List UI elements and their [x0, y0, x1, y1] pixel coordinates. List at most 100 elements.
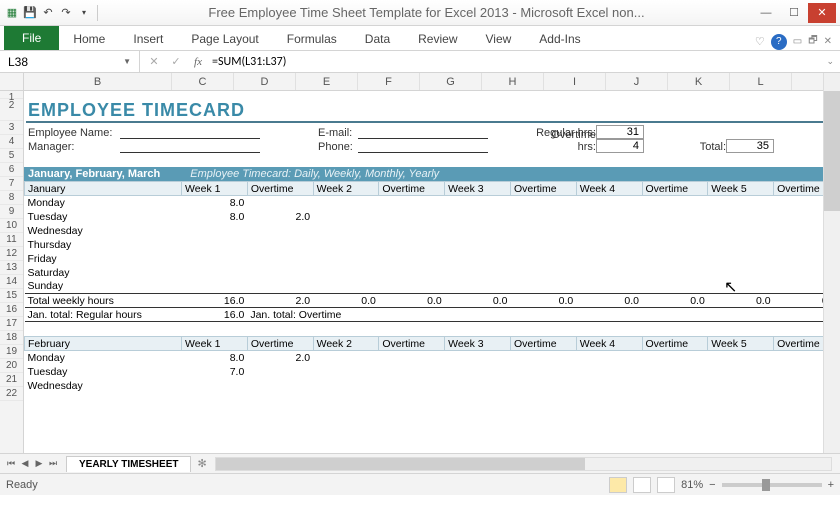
- row-17[interactable]: 17: [0, 317, 23, 331]
- tab-insert[interactable]: Insert: [119, 28, 177, 50]
- col-L[interactable]: L: [730, 73, 792, 90]
- row-4[interactable]: 4: [0, 135, 23, 149]
- manager-field[interactable]: [120, 141, 260, 153]
- row-6[interactable]: 6: [0, 163, 23, 177]
- tab-data[interactable]: Data: [351, 28, 404, 50]
- ribbon-minimize-icon[interactable]: ▭: [793, 36, 802, 47]
- row-16[interactable]: 16: [0, 303, 23, 317]
- row-2[interactable]: 2: [0, 99, 23, 121]
- emp-name-field[interactable]: [120, 127, 260, 139]
- close-button[interactable]: ✕: [808, 3, 836, 23]
- worksheet-grid[interactable]: B C D E F G H I J K L 1 2 3 4 5 6 7 8 9 …: [0, 73, 840, 453]
- wk-hdr: Week 1: [182, 182, 248, 196]
- row-7[interactable]: 7: [0, 177, 23, 191]
- zoom-in-icon[interactable]: +: [828, 479, 834, 491]
- select-all-cell[interactable]: [0, 73, 24, 90]
- month-header-jan: January: [25, 182, 182, 196]
- window-restore-icon[interactable]: 🗗: [808, 33, 817, 50]
- row-3[interactable]: 3: [0, 121, 23, 135]
- excel-icon[interactable]: ▦: [4, 5, 20, 21]
- february-table: February Week 1OvertimeWeek 2OvertimeWee…: [24, 336, 840, 393]
- save-icon[interactable]: 💾: [22, 5, 38, 21]
- zoom-slider[interactable]: [722, 483, 822, 487]
- wk-hdr: Overtime: [510, 182, 576, 196]
- tab-nav-next-icon[interactable]: ▶: [32, 458, 46, 469]
- sheet-tab-yearly[interactable]: YEARLY TIMESHEET: [66, 456, 191, 472]
- wk-hdr: Overtime: [379, 182, 445, 196]
- minimize-button[interactable]: —: [752, 3, 780, 23]
- window-controls: — ☐ ✕: [752, 3, 836, 23]
- phone-field[interactable]: [358, 141, 488, 153]
- tab-view[interactable]: View: [472, 28, 526, 50]
- col-D[interactable]: D: [234, 73, 296, 90]
- qat-dropdown-icon[interactable]: ▾: [76, 5, 92, 21]
- col-B[interactable]: B: [24, 73, 172, 90]
- new-sheet-icon[interactable]: ✻: [197, 457, 206, 470]
- col-J[interactable]: J: [606, 73, 668, 90]
- redo-icon[interactable]: ↷: [58, 5, 74, 21]
- window-close-icon[interactable]: ✕: [824, 36, 832, 47]
- view-normal-icon[interactable]: [609, 477, 627, 493]
- tab-nav-last-icon[interactable]: ⏭: [46, 458, 60, 469]
- zoom-level[interactable]: 81%: [681, 479, 703, 491]
- row-1[interactable]: 1: [0, 91, 23, 99]
- row-5[interactable]: 5: [0, 149, 23, 163]
- row-20[interactable]: 20: [0, 359, 23, 373]
- col-H[interactable]: H: [482, 73, 544, 90]
- horizontal-scrollbar[interactable]: [215, 457, 832, 471]
- heart-icon[interactable]: ♡: [755, 35, 765, 48]
- row-9[interactable]: 9: [0, 205, 23, 219]
- col-E[interactable]: E: [296, 73, 358, 90]
- cancel-formula-icon[interactable]: ✕: [146, 55, 162, 68]
- row-8[interactable]: 8: [0, 191, 23, 205]
- row-13[interactable]: 13: [0, 261, 23, 275]
- row-15[interactable]: 15: [0, 289, 23, 303]
- col-K[interactable]: K: [668, 73, 730, 90]
- col-C[interactable]: C: [172, 73, 234, 90]
- help-icon[interactable]: ?: [771, 34, 787, 50]
- view-layout-icon[interactable]: [633, 477, 651, 493]
- wk-hdr: Week 5: [708, 182, 774, 196]
- zoom-out-icon[interactable]: −: [709, 479, 715, 491]
- tab-nav-first-icon[interactable]: ⏮: [4, 458, 18, 469]
- tab-file[interactable]: File: [4, 26, 59, 50]
- col-I[interactable]: I: [544, 73, 606, 90]
- row-10[interactable]: 10: [0, 219, 23, 233]
- table-row: Friday: [25, 252, 840, 266]
- tab-formulas[interactable]: Formulas: [273, 28, 351, 50]
- name-box-dropdown-icon[interactable]: ▼: [123, 57, 131, 66]
- total-label: Total:: [694, 141, 726, 153]
- row-12[interactable]: 12: [0, 247, 23, 261]
- tab-addins[interactable]: Add-Ins: [525, 28, 594, 50]
- vertical-scrollbar[interactable]: [823, 73, 840, 453]
- view-pagebreak-icon[interactable]: [657, 477, 675, 493]
- tab-home[interactable]: Home: [59, 28, 119, 50]
- tab-review[interactable]: Review: [404, 28, 471, 50]
- timecard-title: EMPLOYEE TIMECARD: [24, 100, 245, 121]
- manager-label: Manager:: [28, 141, 120, 153]
- row-18[interactable]: 18: [0, 331, 23, 345]
- tab-nav-prev-icon[interactable]: ◀: [18, 458, 32, 469]
- col-F[interactable]: F: [358, 73, 420, 90]
- col-G[interactable]: G: [420, 73, 482, 90]
- email-field[interactable]: [358, 127, 488, 139]
- january-table: January Week 1 Overtime Week 2 Overtime …: [24, 181, 840, 322]
- name-box[interactable]: L38 ▼: [0, 51, 140, 72]
- fx-icon[interactable]: fx: [190, 56, 206, 68]
- formula-input[interactable]: [212, 55, 814, 69]
- enter-formula-icon[interactable]: ✓: [168, 55, 184, 68]
- hscroll-thumb[interactable]: [216, 458, 585, 470]
- row-14[interactable]: 14: [0, 275, 23, 289]
- row-11[interactable]: 11: [0, 233, 23, 247]
- row-19[interactable]: 19: [0, 345, 23, 359]
- undo-icon[interactable]: ↶: [40, 5, 56, 21]
- formula-expand-icon[interactable]: ⌄: [820, 56, 840, 67]
- maximize-button[interactable]: ☐: [780, 3, 808, 23]
- tab-page-layout[interactable]: Page Layout: [177, 28, 272, 50]
- vscroll-thumb[interactable]: [824, 91, 840, 211]
- jan-total-row: Jan. total: Regular hours 16.0 Jan. tota…: [25, 308, 840, 322]
- month-header-feb: February: [25, 337, 182, 351]
- row-21[interactable]: 21: [0, 373, 23, 387]
- sheet-content[interactable]: EMPLOYEE TIMECARD Employee Name: E-mail:…: [24, 91, 840, 453]
- row-22[interactable]: 22: [0, 387, 23, 401]
